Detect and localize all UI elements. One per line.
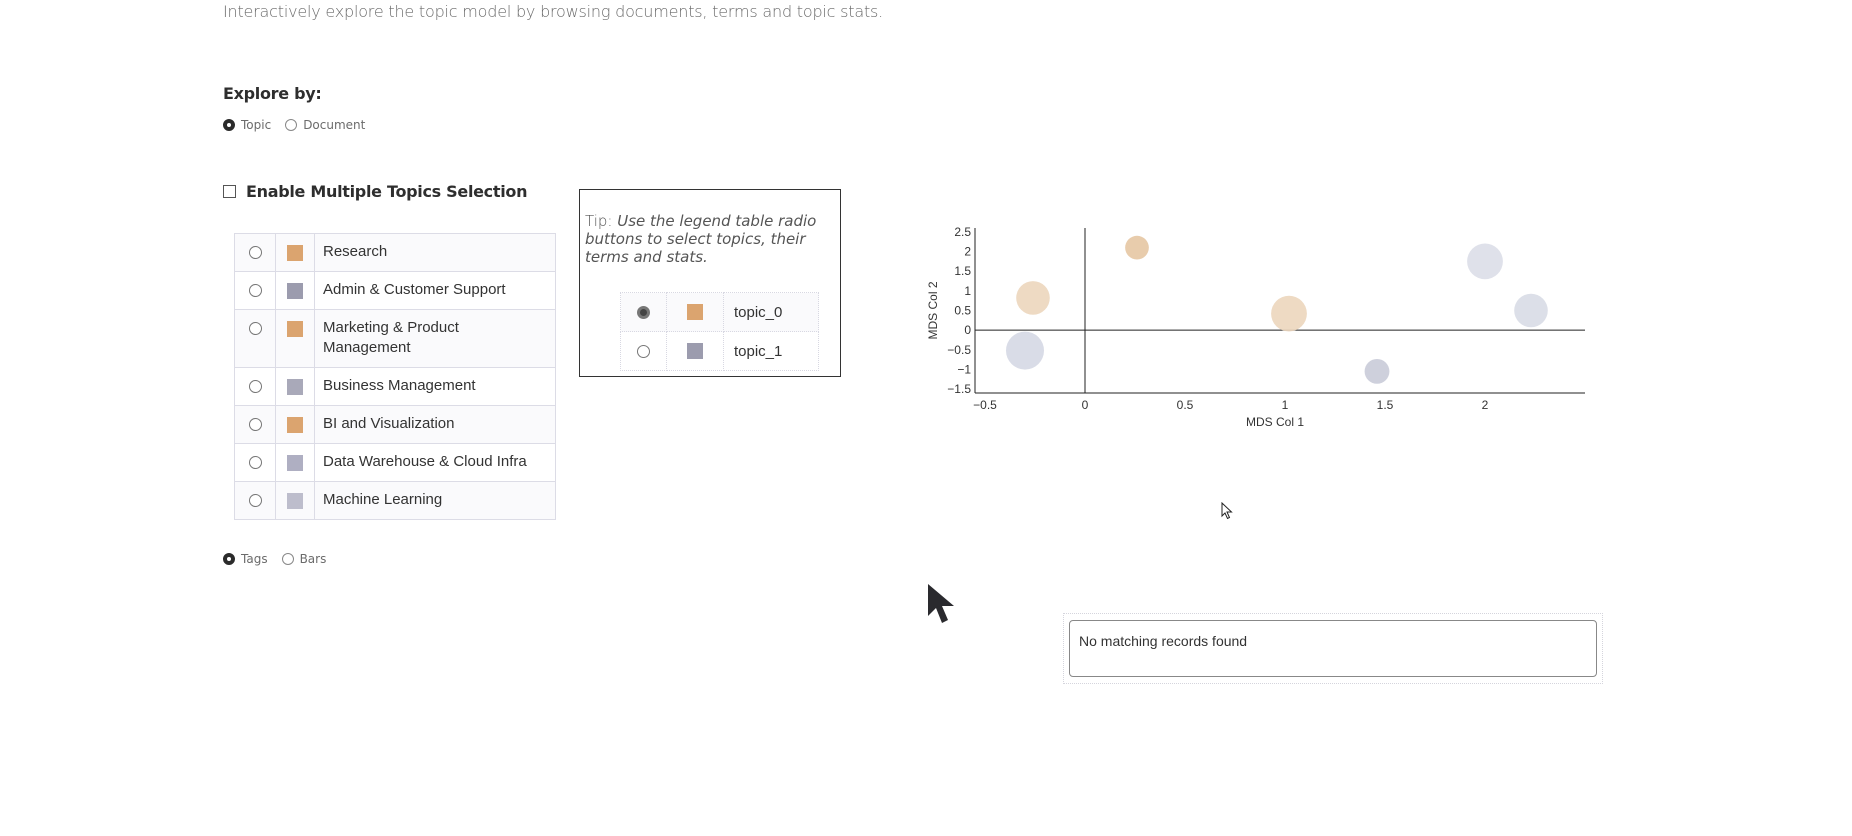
radio-tags[interactable]	[223, 553, 235, 565]
topic-radio[interactable]	[248, 456, 262, 469]
x-tick-label: 0	[1082, 398, 1089, 412]
multi-topic-label: Enable Multiple Topics Selection	[246, 182, 528, 201]
topic-bubble	[1467, 243, 1503, 280]
topic-row[interactable]: BI and Visualization	[234, 405, 556, 444]
tip-example-radio	[637, 305, 650, 319]
topic-radio[interactable]	[248, 284, 262, 297]
tip-example-swatch	[687, 304, 703, 320]
tip-text: Tip: Use the legend table radio buttons …	[585, 212, 825, 266]
view-option-tags[interactable]: Tags	[223, 552, 268, 566]
topic-row[interactable]: Business Management	[234, 367, 556, 406]
page-subtitle: Interactively explore the topic model by…	[223, 2, 884, 21]
x-axis-title: MDS Col 1	[1246, 415, 1304, 429]
y-tick-label: 2	[964, 245, 971, 259]
y-tick-label: 0	[964, 323, 971, 337]
tip-body: Use the legend table radio buttons to se…	[585, 212, 817, 266]
tip-example-label: topic_0	[734, 303, 783, 321]
radio-tags-label: Tags	[241, 552, 268, 566]
topic-radio[interactable]	[248, 322, 262, 335]
explore-by-radio-group: Topic Document	[223, 118, 373, 132]
x-tick-label: −0.5	[973, 398, 997, 412]
topic-color-swatch	[287, 492, 303, 509]
topic-radio[interactable]	[248, 380, 262, 393]
topic-bubble	[1271, 295, 1307, 332]
topic-bubble	[1016, 281, 1050, 315]
topic-radio[interactable]	[248, 246, 262, 259]
topic-row[interactable]: Research	[234, 233, 556, 272]
topic-bubble	[1514, 293, 1548, 328]
tip-box: Tip: Use the legend table radio buttons …	[579, 189, 1233, 520]
topic-bubble	[1364, 358, 1390, 384]
y-tick-label: 1.5	[954, 264, 971, 278]
no-records-message: No matching records found	[1079, 633, 1248, 649]
topic-row[interactable]: Admin & Customer Support	[234, 271, 556, 310]
topic-row[interactable]: Machine Learning	[234, 481, 556, 520]
topic-color-swatch	[287, 454, 303, 471]
topic-bubble	[1006, 331, 1044, 370]
tip-example-label: topic_1	[734, 342, 783, 360]
tip-prefix: Tip:	[585, 212, 613, 230]
x-tick-label: 1.5	[1377, 398, 1394, 412]
topic-color-swatch	[287, 378, 303, 395]
topic-label: Data Warehouse & Cloud Infra	[323, 453, 527, 470]
y-tick-label: 1	[964, 284, 971, 298]
radio-topic-label: Topic	[241, 118, 272, 132]
tip-example-table: topic_0 topic_1	[620, 292, 819, 371]
x-tick-label: 0.5	[1177, 398, 1194, 412]
radio-document-label: Document	[303, 118, 366, 132]
topic-radio[interactable]	[248, 494, 262, 507]
explore-by-label: Explore by:	[223, 84, 322, 103]
topic-label: Admin & Customer Support	[323, 281, 506, 298]
tip-example-radio	[637, 344, 650, 358]
pointer-cursor-icon	[1221, 502, 1233, 520]
topic-color-swatch	[287, 416, 303, 433]
y-tick-label: 0.5	[954, 304, 971, 318]
topic-label: Machine Learning	[323, 491, 443, 508]
tip-example-row: topic_0	[620, 292, 819, 332]
tip-example-swatch	[687, 343, 703, 359]
topic-row[interactable]: Marketing & Product Management	[234, 309, 556, 368]
topic-color-swatch	[287, 282, 303, 299]
topic-color-swatch	[287, 320, 303, 337]
topic-label: Business Management	[323, 377, 476, 394]
explore-option-document[interactable]: Document	[285, 118, 365, 132]
y-tick-label: −1	[957, 362, 971, 376]
topic-label: Research	[323, 243, 388, 260]
records-empty-box: No matching records found	[1069, 620, 1597, 677]
view-mode-radio-group: Tags Bars	[223, 552, 334, 566]
y-tick-label: −0.5	[947, 343, 971, 357]
topic-label: BI and Visualization	[323, 415, 455, 432]
topic-row[interactable]: Data Warehouse & Cloud Infra	[234, 443, 556, 482]
tip-example-row: topic_1	[620, 331, 819, 371]
radio-bars-label: Bars	[299, 552, 327, 566]
topic-bubble	[1125, 235, 1149, 260]
records-panel: No matching records found	[1063, 613, 1603, 684]
topic-radio[interactable]	[248, 418, 262, 431]
view-option-bars[interactable]: Bars	[281, 552, 327, 566]
y-axis-title: MDS Col 2	[926, 281, 940, 339]
radio-document[interactable]	[285, 119, 298, 131]
mds-scatter-chart: −0.5 0 0.5 1 1.5 2 2.5 2 1.5 1 0.5 0 −0.5 −1 −1.5 MDS C…	[926, 225, 1585, 429]
radio-topic[interactable]	[223, 119, 235, 131]
multi-topic-selection-toggle[interactable]: Enable Multiple Topics Selection	[223, 182, 527, 201]
x-tick-label: 2	[1482, 398, 1489, 412]
mouse-cursor-icon	[928, 584, 954, 623]
topic-color-swatch	[287, 244, 303, 261]
multi-topic-checkbox[interactable]	[223, 185, 236, 198]
topic-legend-table: Research Admin & Customer Support Marketin…	[234, 233, 556, 520]
topic-label: Marketing & Product Management	[323, 319, 459, 356]
radio-bars[interactable]	[281, 553, 294, 565]
y-tick-label: 2.5	[954, 225, 971, 239]
explore-option-topic[interactable]: Topic	[223, 118, 271, 132]
y-tick-label: −1.5	[947, 382, 971, 396]
x-tick-label: 1	[1282, 398, 1289, 412]
